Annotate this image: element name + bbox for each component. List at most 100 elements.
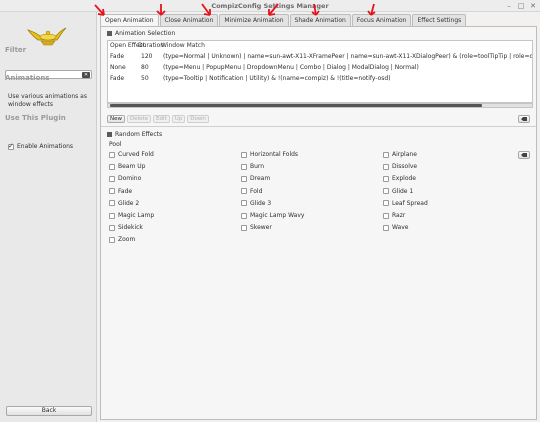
checkbox-icon[interactable] <box>241 224 247 231</box>
effect-checkbox[interactable]: Glide 2 <box>109 200 139 207</box>
table-header: Open Effect Duration Window Match <box>108 41 532 51</box>
back-button[interactable]: Back <box>6 406 92 416</box>
effect-checkbox[interactable]: Beam Up <box>109 163 145 170</box>
col-window-match[interactable]: Window Match <box>161 41 205 51</box>
collapse-icon[interactable] <box>107 132 112 137</box>
effect-checkbox[interactable]: Skewer <box>241 224 272 231</box>
checkbox-icon[interactable] <box>109 200 115 207</box>
checkbox-icon[interactable] <box>383 212 389 219</box>
effect-checkbox[interactable]: Airplane <box>383 151 417 158</box>
table-row[interactable]: None 80 (type=Menu | PopupMenu | Dropdow… <box>108 63 532 73</box>
effect-label: Explode <box>392 175 416 183</box>
minimize-icon[interactable]: – <box>505 2 513 10</box>
checkbox-icon[interactable] <box>241 151 247 158</box>
effect-checkbox[interactable]: Horizontal Folds <box>241 151 298 158</box>
checkbox-icon[interactable] <box>109 175 115 182</box>
checkbox-icon[interactable] <box>241 175 247 182</box>
enable-animations-label: Enable Animations <box>17 143 74 150</box>
effect-checkbox[interactable]: Magic Lamp <box>109 212 154 219</box>
use-plugin-heading: Use This Plugin <box>5 114 66 122</box>
effect-checkbox[interactable]: Curved Fold <box>109 151 154 158</box>
checkbox-icon[interactable] <box>383 151 389 158</box>
row-effect: None <box>110 64 126 71</box>
down-button[interactable]: Down <box>187 115 209 123</box>
checkbox-icon[interactable] <box>109 188 115 195</box>
checkbox-icon[interactable] <box>8 142 14 150</box>
checkbox-icon[interactable] <box>241 188 247 195</box>
maximize-icon[interactable]: □ <box>517 2 525 10</box>
enable-animations-checkbox[interactable]: Enable Animations <box>8 142 74 150</box>
effect-checkbox[interactable]: Glide 1 <box>383 188 413 195</box>
effect-checkbox[interactable]: Zoom <box>109 236 135 243</box>
effect-checkbox[interactable]: Magic Lamp Wavy <box>241 212 304 219</box>
effect-label: Beam Up <box>118 163 146 171</box>
tab-minimize-animation[interactable]: Minimize Animation <box>219 14 289 26</box>
checkbox-icon[interactable] <box>241 200 247 207</box>
window-titlebar: CompizConfig Settings Manager – □ ✕ <box>0 0 540 12</box>
window-title: CompizConfig Settings Manager <box>211 2 329 10</box>
clear-filter-icon[interactable]: ✕ <box>82 72 90 78</box>
effect-checkbox[interactable]: Explode <box>383 175 416 182</box>
effect-checkbox[interactable]: Leaf Spread <box>383 200 428 207</box>
effect-label: Burn <box>250 163 265 171</box>
effect-label: Skewer <box>250 224 272 232</box>
effect-checkbox[interactable]: Fade <box>109 188 132 195</box>
animation-table[interactable]: Open Effect Duration Window Match Fade 1… <box>107 40 533 103</box>
checkbox-icon[interactable] <box>383 188 389 195</box>
row-match: (type=Normal | Unknown) | name=sun-awt-X… <box>163 53 533 60</box>
plugin-description: Use various animations as window effects <box>8 93 87 108</box>
effect-checkbox[interactable]: Domino <box>109 175 141 182</box>
checkbox-icon[interactable] <box>109 151 115 158</box>
checkbox-icon[interactable] <box>109 236 115 243</box>
checkbox-icon[interactable] <box>383 175 389 182</box>
checkbox-icon[interactable] <box>109 163 115 170</box>
delete-button[interactable]: Delete <box>127 115 152 123</box>
checkbox-icon[interactable] <box>383 200 389 207</box>
scrollbar-thumb[interactable] <box>110 104 482 107</box>
collapse-icon[interactable] <box>107 31 112 36</box>
effect-checkbox[interactable]: Dissolve <box>383 163 417 170</box>
effect-checkbox[interactable]: Wave <box>383 224 408 231</box>
horizontal-scrollbar[interactable] <box>107 103 533 108</box>
edit-button[interactable]: Edit <box>153 115 170 123</box>
tab-shade-animation[interactable]: Shade Animation <box>289 14 351 26</box>
table-row[interactable]: Fade 120 (type=Normal | Unknown) | name=… <box>108 52 533 62</box>
effect-checkbox[interactable]: Fold <box>241 188 262 195</box>
new-button[interactable]: New <box>107 115 125 123</box>
row-duration: 50 <box>141 75 149 82</box>
checkbox-icon[interactable] <box>383 163 389 170</box>
effect-checkbox[interactable]: Sidekick <box>109 224 143 231</box>
effect-label: Magic Lamp Wavy <box>250 212 305 219</box>
checkbox-icon[interactable] <box>241 163 247 170</box>
divider <box>101 126 536 127</box>
effect-label: Domino <box>118 175 142 183</box>
animation-selection-title: Animation Selection <box>115 30 176 37</box>
effect-checkbox[interactable]: Burn <box>241 163 264 170</box>
tab-focus-animation[interactable]: Focus Animation <box>351 14 412 26</box>
up-button[interactable]: Up <box>171 115 186 123</box>
tab-bar: Open Animation Close Animation Minimize … <box>100 14 467 27</box>
effect-checkbox[interactable]: Glide 3 <box>241 200 271 207</box>
row-duration: 80 <box>141 64 149 71</box>
checkbox-icon[interactable] <box>109 212 115 219</box>
effect-label: Curved Fold <box>118 151 154 158</box>
animation-selection-group[interactable]: Animation Selection <box>107 30 175 37</box>
row-effect: Fade <box>110 75 125 82</box>
checkbox-icon[interactable] <box>241 212 247 219</box>
effect-checkbox[interactable]: Razr <box>383 212 405 219</box>
effect-label: Sidekick <box>118 224 143 232</box>
effect-checkbox[interactable]: Dream <box>241 175 270 182</box>
animations-heading: Animations <box>5 74 50 82</box>
row-duration: 120 <box>141 53 153 60</box>
tab-effect-settings[interactable]: Effect Settings <box>412 14 467 26</box>
checkbox-icon[interactable] <box>383 224 389 231</box>
tab-close-animation[interactable]: Close Animation <box>159 14 219 26</box>
revert-selection-icon[interactable] <box>518 115 530 123</box>
main-panel: Animation Selection Open Effect Duration… <box>100 26 537 420</box>
effect-label: Fade <box>118 187 133 195</box>
table-row[interactable]: Fade 50 (type=Tooltip | Notification | U… <box>108 74 532 84</box>
revert-pool-icon[interactable] <box>518 151 530 159</box>
random-effects-group[interactable]: Random Effects <box>107 131 162 138</box>
checkbox-icon[interactable] <box>109 224 115 231</box>
close-icon[interactable]: ✕ <box>529 2 537 10</box>
